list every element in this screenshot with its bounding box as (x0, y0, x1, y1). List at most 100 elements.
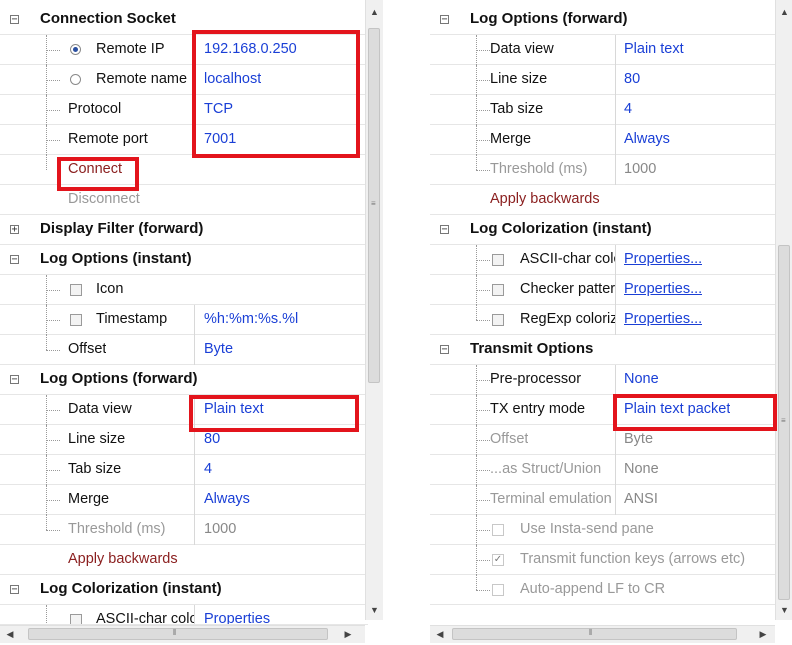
insta-send-checkbox[interactable] (492, 524, 504, 536)
timestamp-checkbox[interactable] (70, 314, 82, 326)
tx-offset-row[interactable]: Offset Byte (430, 425, 775, 455)
collapse-icon[interactable]: − (440, 345, 449, 355)
category-log-options-forward[interactable]: − Log Options (forward) (430, 5, 775, 35)
timestamp-row[interactable]: Timestamp %h:%m:%s.%l (0, 305, 368, 335)
threshold-label: Threshold (ms) (490, 161, 588, 177)
tx-entry-mode-row[interactable]: TX entry mode Plain text packet (430, 395, 775, 425)
icon-row[interactable]: Icon (0, 275, 368, 305)
category-transmit-options[interactable]: − Transmit Options (430, 335, 775, 365)
line-size-value[interactable]: 80 (624, 71, 640, 87)
data-view-value[interactable]: Plain text (204, 401, 264, 417)
threshold-row[interactable]: Threshold (ms) 1000 (0, 515, 368, 545)
regexp-color-row[interactable]: RegExp colorization Properties... (430, 305, 775, 335)
offset-row[interactable]: Offset Byte (0, 335, 368, 365)
regexp-color-value[interactable]: Properties... (624, 311, 702, 327)
offset-value[interactable]: Byte (204, 341, 233, 357)
scroll-right-arrow-icon[interactable]: ▶ (340, 626, 356, 643)
line-size-row[interactable]: Line size 80 (430, 65, 775, 95)
data-view-value[interactable]: Plain text (624, 41, 684, 57)
category-display-filter[interactable]: + Display Filter (forward) (0, 215, 368, 245)
ascii-color-checkbox[interactable] (70, 614, 82, 624)
preprocessor-value[interactable]: None (624, 371, 659, 387)
terminal-emulation-row[interactable]: Terminal emulation ANSI (430, 485, 775, 515)
regexp-color-checkbox[interactable] (492, 314, 504, 326)
category-connection-socket[interactable]: − Connection Socket (0, 5, 368, 35)
scroll-left-arrow-icon[interactable]: ◀ (432, 626, 448, 643)
remote-ip-row[interactable]: Remote IP 192.168.0.250 (0, 35, 368, 65)
vertical-scrollbar[interactable]: ▲ ≡ ▼ (775, 0, 792, 620)
scroll-thumb[interactable]: ≡ (368, 28, 380, 383)
merge-row[interactable]: Merge Always (430, 125, 775, 155)
timestamp-value[interactable]: %h:%m:%s.%l (204, 311, 298, 327)
scroll-down-arrow-icon[interactable]: ▼ (776, 602, 792, 618)
remote-ip-value[interactable]: 192.168.0.250 (204, 41, 297, 57)
column-separator (194, 65, 195, 95)
ascii-color-row[interactable]: ASCII-char color Properties... (430, 245, 775, 275)
tx-entry-mode-value[interactable]: Plain text packet (624, 401, 730, 417)
scroll-thumb[interactable]: ≡ (778, 245, 790, 600)
collapse-icon[interactable]: − (10, 15, 19, 25)
merge-value[interactable]: Always (204, 491, 250, 507)
scroll-thumb[interactable]: ⫴ (28, 628, 328, 640)
threshold-row[interactable]: Threshold (ms) 1000 (430, 155, 775, 185)
disconnect-link[interactable]: Disconnect (68, 191, 140, 207)
icon-checkbox[interactable] (70, 284, 82, 296)
protocol-value[interactable]: TCP (204, 101, 233, 117)
category-log-colorization[interactable]: − Log Colorization (instant) (0, 575, 368, 605)
checker-pattern-checkbox[interactable] (492, 284, 504, 296)
connect-link[interactable]: Connect (68, 161, 122, 177)
transmit-fkeys-checkbox[interactable]: ✓ (492, 554, 504, 566)
auto-append-checkbox[interactable] (492, 584, 504, 596)
scroll-left-arrow-icon[interactable]: ◀ (2, 626, 18, 643)
transmit-fkeys-row[interactable]: ✓ Transmit function keys (arrows etc) (430, 545, 775, 575)
data-view-row[interactable]: Data view Plain text (0, 395, 368, 425)
remote-name-row[interactable]: Remote name localhost (0, 65, 368, 95)
vertical-scrollbar[interactable]: ▲ ≡ ▼ (365, 0, 383, 620)
expand-icon[interactable]: + (10, 225, 19, 235)
auto-append-row[interactable]: Auto-append LF to CR (430, 575, 775, 605)
insta-send-row[interactable]: Use Insta-send pane (430, 515, 775, 545)
ascii-color-row[interactable]: ASCII-char color Properties (0, 605, 368, 625)
checker-pattern-value[interactable]: Properties... (624, 281, 702, 297)
tab-size-row[interactable]: Tab size 4 (0, 455, 368, 485)
collapse-icon[interactable]: − (10, 375, 19, 385)
tree-line (476, 110, 490, 111)
collapse-icon[interactable]: − (440, 225, 449, 235)
remote-name-radio[interactable] (70, 74, 81, 85)
remote-name-value[interactable]: localhost (204, 71, 261, 87)
tab-size-value[interactable]: 4 (204, 461, 212, 477)
checker-pattern-row[interactable]: Checker pattern Properties... (430, 275, 775, 305)
horizontal-scrollbar[interactable]: ◀ ⫴ ▶ (430, 625, 775, 643)
collapse-icon[interactable]: − (440, 15, 449, 25)
remote-port-value[interactable]: 7001 (204, 131, 236, 147)
line-size-value[interactable]: 80 (204, 431, 220, 447)
ascii-color-value[interactable]: Properties... (624, 251, 702, 267)
data-view-row[interactable]: Data view Plain text (430, 35, 775, 65)
scroll-up-arrow-icon[interactable]: ▲ (366, 4, 383, 20)
collapse-icon[interactable]: − (10, 255, 19, 265)
scroll-right-arrow-icon[interactable]: ▶ (755, 626, 771, 643)
struct-union-row[interactable]: ...as Struct/Union None (430, 455, 775, 485)
scroll-up-arrow-icon[interactable]: ▲ (776, 4, 792, 20)
tab-size-row[interactable]: Tab size 4 (430, 95, 775, 125)
merge-row[interactable]: Merge Always (0, 485, 368, 515)
ascii-color-value[interactable]: Properties (204, 611, 270, 624)
merge-value[interactable]: Always (624, 131, 670, 147)
horizontal-scrollbar[interactable]: ◀ ⫴ ▶ (0, 625, 365, 643)
remote-ip-radio[interactable] (70, 44, 81, 55)
apply-backwards-link[interactable]: Apply backwards (490, 191, 600, 207)
remote-port-row[interactable]: Remote port 7001 (0, 125, 368, 155)
category-log-colorization[interactable]: − Log Colorization (instant) (430, 215, 775, 245)
collapse-icon[interactable]: − (10, 585, 19, 595)
scroll-down-arrow-icon[interactable]: ▼ (366, 602, 383, 618)
scroll-thumb[interactable]: ⫴ (452, 628, 737, 640)
apply-backwards-link[interactable]: Apply backwards (68, 551, 178, 567)
ascii-color-checkbox[interactable] (492, 254, 504, 266)
category-log-options-instant[interactable]: − Log Options (instant) (0, 245, 368, 275)
category-log-options-forward[interactable]: − Log Options (forward) (0, 365, 368, 395)
tab-size-value[interactable]: 4 (624, 101, 632, 117)
line-size-row[interactable]: Line size 80 (0, 425, 368, 455)
preprocessor-row[interactable]: Pre-processor None (430, 365, 775, 395)
column-separator (615, 365, 616, 395)
protocol-row[interactable]: Protocol TCP (0, 95, 368, 125)
